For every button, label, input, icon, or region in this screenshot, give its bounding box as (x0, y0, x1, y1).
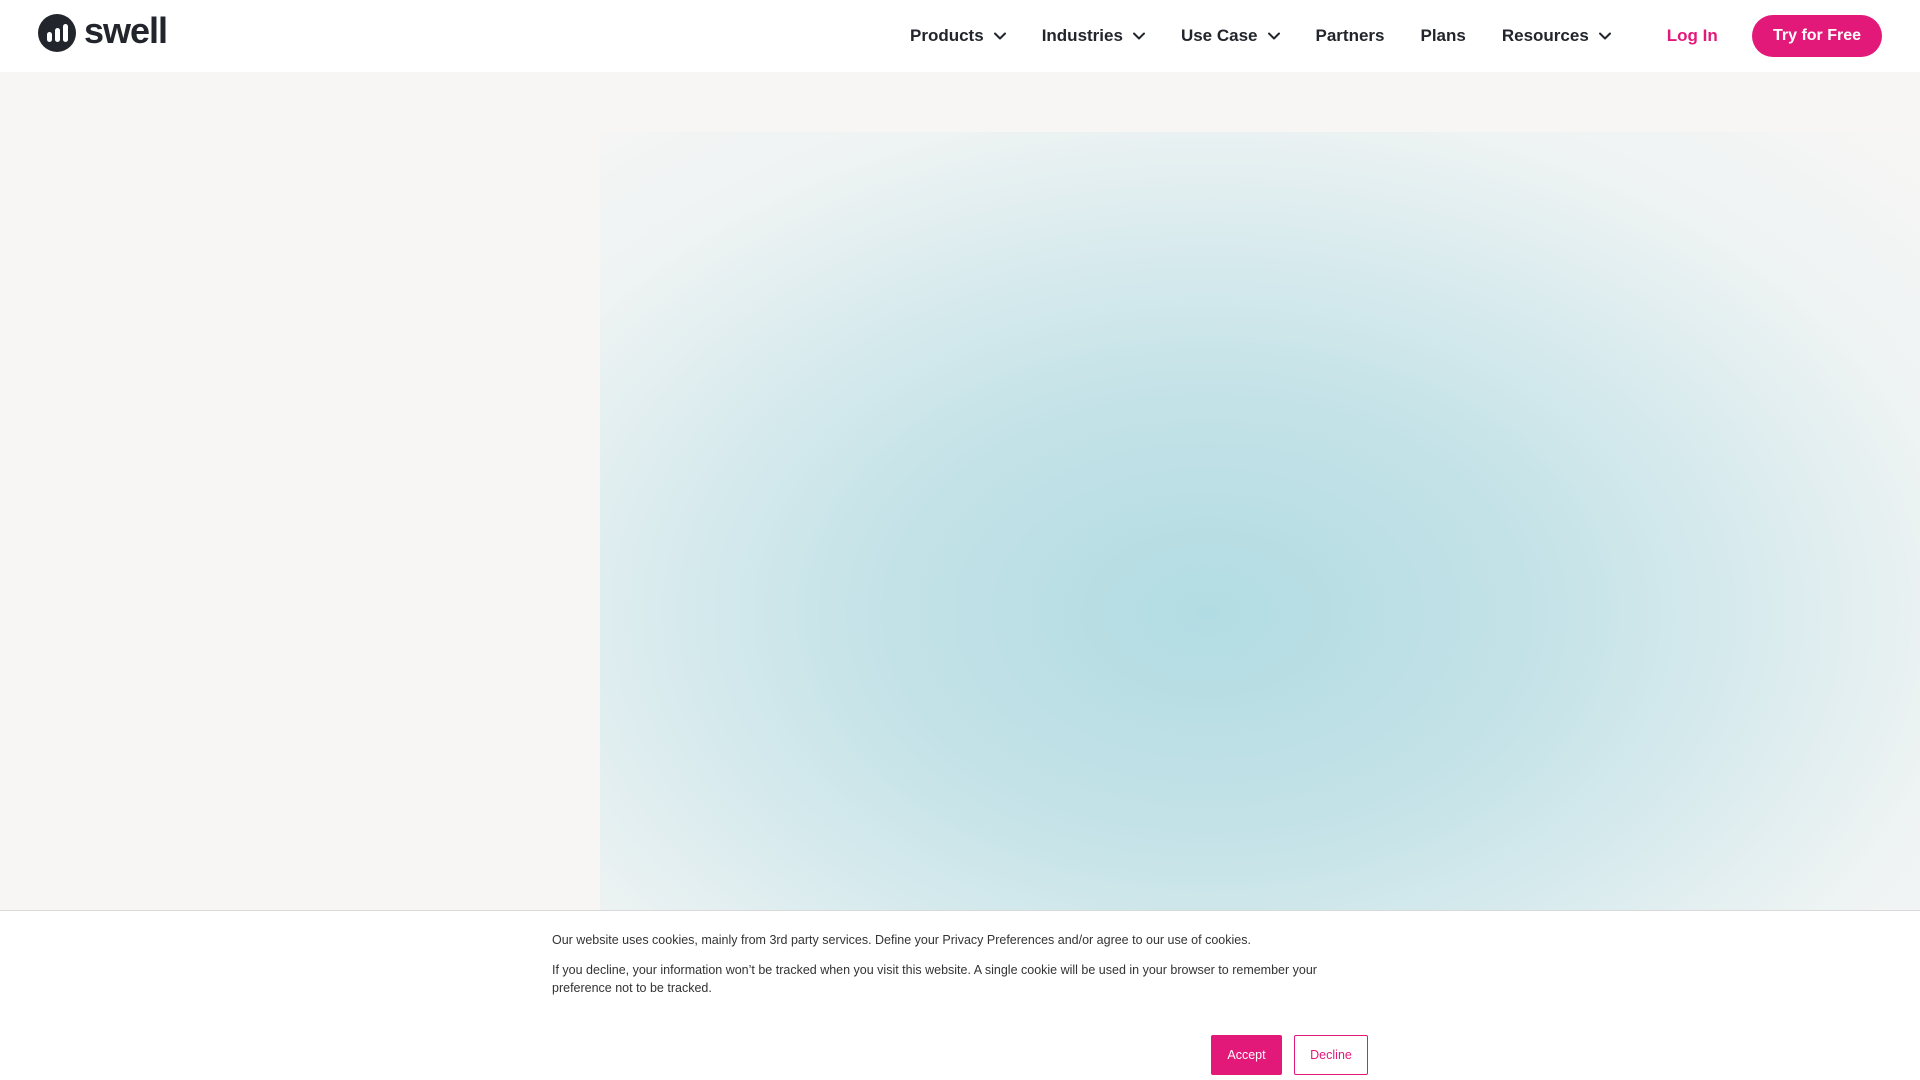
cookie-banner: Our website uses cookies, mainly from 3r… (0, 910, 1920, 1080)
nav-item-label: Industries (1041, 26, 1123, 45)
nav-item-industries[interactable]: Industries (1042, 26, 1145, 46)
login-link[interactable]: Log In (1667, 26, 1718, 46)
try-for-free-button[interactable]: Try for Free (1752, 15, 1882, 57)
cookie-decline-info-text: If you decline, your information won’t b… (552, 963, 1317, 995)
chevron-down-icon (1132, 32, 1145, 40)
decline-cookies-button[interactable]: Decline (1294, 1035, 1368, 1075)
nav-item-label: Partners (1315, 26, 1385, 45)
chevron-down-icon (1598, 32, 1611, 40)
nav-item-products[interactable]: Products (910, 26, 1006, 46)
chevron-down-icon (993, 32, 1006, 40)
nav-item-plans[interactable]: Plans (1420, 26, 1465, 46)
swell-logo[interactable]: swell (38, 10, 168, 53)
logo-wordmark: swell (84, 10, 168, 51)
hero-gradient-background (600, 132, 1920, 910)
swell-logo-icon (38, 14, 76, 52)
cookie-banner-content: Our website uses cookies, mainly from 3r… (552, 931, 1368, 1075)
cookie-notice-text: Our website uses cookies, mainly from 3r… (552, 933, 1251, 947)
main-nav: Products Industries Use Case Partners Pl… (910, 0, 1754, 72)
nav-item-resources[interactable]: Resources (1502, 26, 1611, 46)
nav-item-label: Products (910, 26, 984, 45)
site-header: swell Products Industries Use Case Partn… (0, 0, 1920, 72)
nav-item-partners[interactable]: Partners (1316, 26, 1385, 46)
nav-item-label: Use Case (1180, 26, 1258, 45)
nav-item-label: Resources (1501, 26, 1589, 45)
hero-section (0, 72, 1920, 910)
cookie-actions: Accept Decline (1211, 1035, 1368, 1075)
chevron-down-icon (1267, 32, 1280, 40)
nav-item-use-case[interactable]: Use Case (1181, 26, 1280, 46)
accept-cookies-button[interactable]: Accept (1211, 1035, 1282, 1075)
nav-item-label: Plans (1420, 26, 1466, 45)
